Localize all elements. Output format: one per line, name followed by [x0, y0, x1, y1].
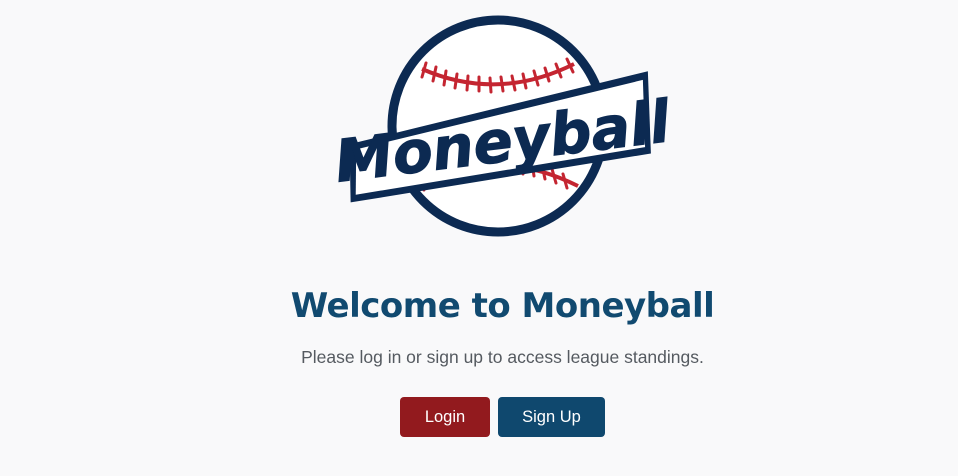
moneyball-logo: Moneyball: [331, 15, 670, 237]
page-title: Welcome to Moneyball: [290, 286, 715, 326]
landing-page: Moneyball Welcome to Moneyball Please lo…: [0, 0, 958, 476]
login-button[interactable]: Login: [400, 397, 490, 437]
signup-button[interactable]: Sign Up: [498, 397, 605, 437]
page-subtitle: Please log in or sign up to access leagu…: [301, 347, 704, 367]
